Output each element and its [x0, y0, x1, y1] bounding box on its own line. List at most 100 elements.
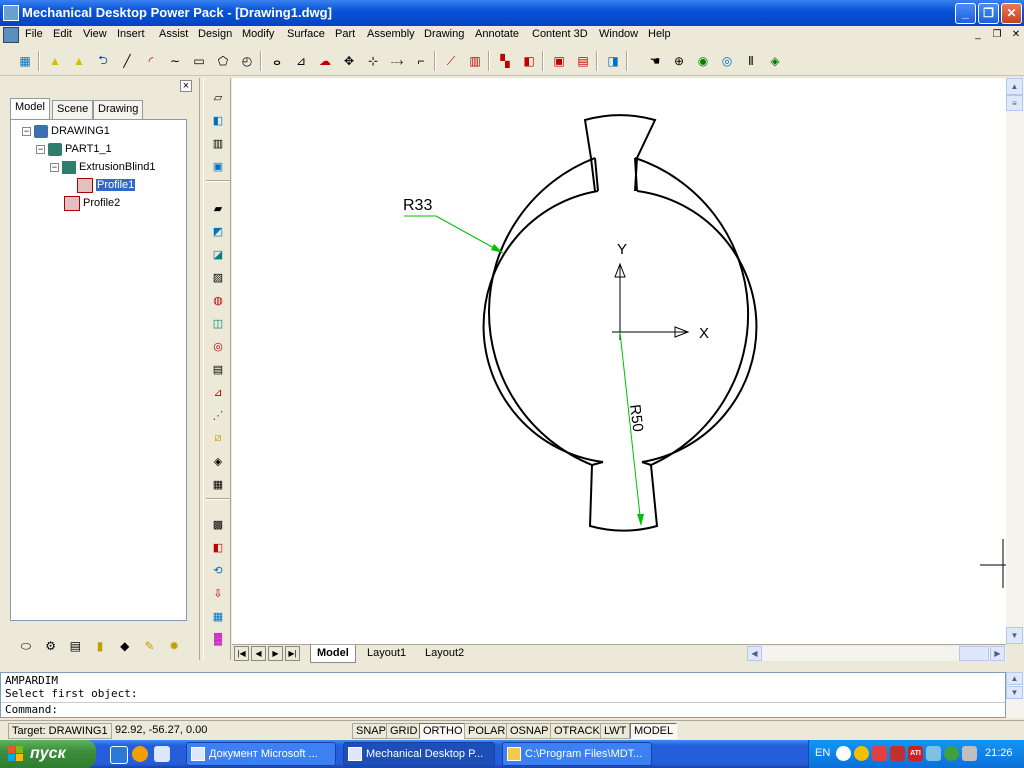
fillet-icon[interactable]: ⌐ [411, 51, 431, 71]
copy-icon[interactable]: ▦ [208, 474, 228, 494]
scroll-left-icon[interactable]: ◀ [747, 646, 762, 661]
sketch-edit-icon[interactable]: ⮌ [93, 51, 113, 71]
pan-icon[interactable]: ☚ [645, 51, 665, 71]
app-icon[interactable] [3, 5, 19, 21]
collapse-icon[interactable]: − [22, 126, 31, 136]
command-input[interactable]: Command: [1, 702, 1005, 716]
toggle-polar[interactable]: POLAR [464, 723, 510, 739]
mdi-minimize-button[interactable]: _ [970, 28, 986, 42]
task-word-document[interactable]: Документ Microsoft ... [186, 742, 336, 766]
mdi-restore-button[interactable]: ❐ [989, 28, 1005, 42]
cloud-icon[interactable]: ☁ [315, 51, 335, 71]
line-icon[interactable]: ╱ [117, 51, 137, 71]
loft-icon[interactable]: ▨ [208, 267, 228, 287]
toggle-snap[interactable]: SNAP [352, 723, 390, 739]
menu-file[interactable]: File [25, 28, 43, 40]
drawing-view-icon[interactable]: ▣ [549, 51, 569, 71]
assembly-icon[interactable]: ⚙ [40, 636, 62, 656]
menu-surface[interactable]: Surface [287, 28, 325, 40]
start-button[interactable]: пуск [0, 740, 96, 768]
menu-assembly[interactable]: Assembly [367, 28, 415, 40]
menu-drawing[interactable]: Drawing [424, 28, 464, 40]
first-tab-icon[interactable]: |◀ [234, 646, 249, 661]
extrude-icon[interactable]: ▰ [208, 198, 228, 218]
menu-assist[interactable]: Assist [159, 28, 188, 40]
antivirus-icon[interactable] [872, 746, 887, 761]
collapse-icon[interactable]: − [36, 144, 45, 154]
scroll-down-icon[interactable]: ▼ [1006, 686, 1023, 699]
dimension-edit-icon[interactable]: ▥ [465, 51, 485, 71]
replay-icon[interactable]: ⟲ [208, 560, 228, 580]
menu-edit[interactable]: Edit [53, 28, 72, 40]
toggle-osnap[interactable]: OSNAP [506, 723, 553, 739]
mail-icon[interactable] [890, 746, 905, 761]
menu-help[interactable]: Help [648, 28, 671, 40]
tab-scene[interactable]: Scene [52, 100, 94, 119]
show-desktop-icon[interactable] [154, 746, 170, 762]
toggle-model[interactable]: MODEL [630, 723, 678, 739]
revolve-icon[interactable]: ◩ [208, 221, 228, 241]
color-icon[interactable]: ▓ [208, 629, 228, 649]
mirror-icon[interactable]: ⊿ [291, 51, 311, 71]
toggle-otrack[interactable]: OTRACK [550, 723, 604, 739]
toggle-lwt[interactable]: LWT [600, 723, 631, 739]
tab-model-layout[interactable]: Model [310, 645, 356, 663]
constraint-icon[interactable]: ⴰ [267, 51, 287, 71]
profile-plus-icon[interactable]: ▲ [69, 51, 89, 71]
arc-icon[interactable]: ◜ [141, 51, 161, 71]
3d-orbit-icon[interactable]: ◎ [717, 51, 737, 71]
hole-icon[interactable]: ◍ [208, 290, 228, 310]
delete-feature-icon[interactable]: ◧ [208, 537, 228, 557]
edit-feature-icon[interactable]: ▩ [208, 514, 228, 534]
combine-icon[interactable]: ◈ [208, 451, 228, 471]
task-explorer-folder[interactable]: C:\Program Files\MDT... [502, 742, 652, 766]
menu-modify[interactable]: Modify [242, 28, 274, 40]
scroll-up-icon[interactable]: ▲ [1006, 78, 1023, 95]
network-icon[interactable] [854, 746, 869, 761]
media-player-icon[interactable] [132, 746, 148, 762]
last-tab-icon[interactable]: ▶| [285, 646, 300, 661]
prev-tab-icon[interactable]: ◀ [251, 646, 266, 661]
document-icon[interactable] [3, 27, 19, 43]
vertical-scrollbar[interactable]: ▲ ≡ ▼ [1006, 78, 1024, 644]
scroll-up-icon[interactable]: ▲ [1006, 672, 1023, 685]
edit-icon[interactable]: ✎ [139, 636, 161, 656]
circle-icon[interactable]: ◴ [237, 51, 257, 71]
drawing-update-icon[interactable]: ▤ [573, 51, 593, 71]
expand-tray-icon[interactable] [836, 746, 851, 761]
extend-icon[interactable]: ⤏ [387, 51, 407, 71]
sketch-plane-icon[interactable]: ▱ [208, 87, 228, 107]
close-button[interactable]: ✕ [1001, 3, 1022, 24]
shade-icon[interactable]: ◈ [765, 51, 785, 71]
assembly-icon[interactable]: ◨ [603, 51, 623, 71]
tab-layout2[interactable]: Layout2 [419, 645, 470, 662]
dimension-icon[interactable]: ⟋ [441, 51, 461, 71]
language-indicator[interactable]: EN [815, 747, 830, 759]
display-icon[interactable] [926, 746, 941, 761]
collapse-icon[interactable]: − [50, 162, 59, 172]
restore-button[interactable]: ❐ [978, 3, 999, 24]
menu-window[interactable]: Window [599, 28, 638, 40]
menu-view[interactable]: View [83, 28, 107, 40]
ati-icon[interactable]: ATI [908, 746, 923, 761]
tree-node-part[interactable]: − PART1_1 [36, 141, 112, 157]
next-tab-icon[interactable]: ▶ [268, 646, 283, 661]
tree-node-extrusion[interactable]: − ExtrusionBlind1 [50, 159, 155, 175]
scroll-right-icon[interactable]: ▶ [990, 646, 1005, 661]
tree-node-profile1[interactable]: Profile1 [77, 177, 136, 193]
split-icon[interactable]: ⧄ [208, 428, 228, 448]
horizontal-scrollbar[interactable]: ◀ ▶ [747, 646, 1006, 661]
polygon-icon[interactable]: ⬠ [213, 51, 233, 71]
scroll-thumb[interactable] [959, 646, 989, 661]
catalog-icon[interactable]: ▤ [64, 636, 86, 656]
part-edit-icon[interactable]: ◧ [519, 51, 539, 71]
command-window[interactable]: AMPARDIM Select first object: Command: [0, 672, 1006, 718]
task-mechanical-desktop[interactable]: Mechanical Desktop P... [343, 742, 495, 766]
tree-node-drawing[interactable]: − DRAWING1 [22, 123, 110, 139]
scroll-thumb[interactable]: ≡ [1006, 95, 1023, 111]
menu-annotate[interactable]: Annotate [475, 28, 519, 40]
fillet-icon[interactable]: ◫ [208, 313, 228, 333]
update-icon[interactable]: ✹ [163, 636, 185, 656]
clock[interactable]: 21:26 [985, 747, 1013, 759]
menu-content-3d[interactable]: Content 3D [532, 28, 588, 40]
